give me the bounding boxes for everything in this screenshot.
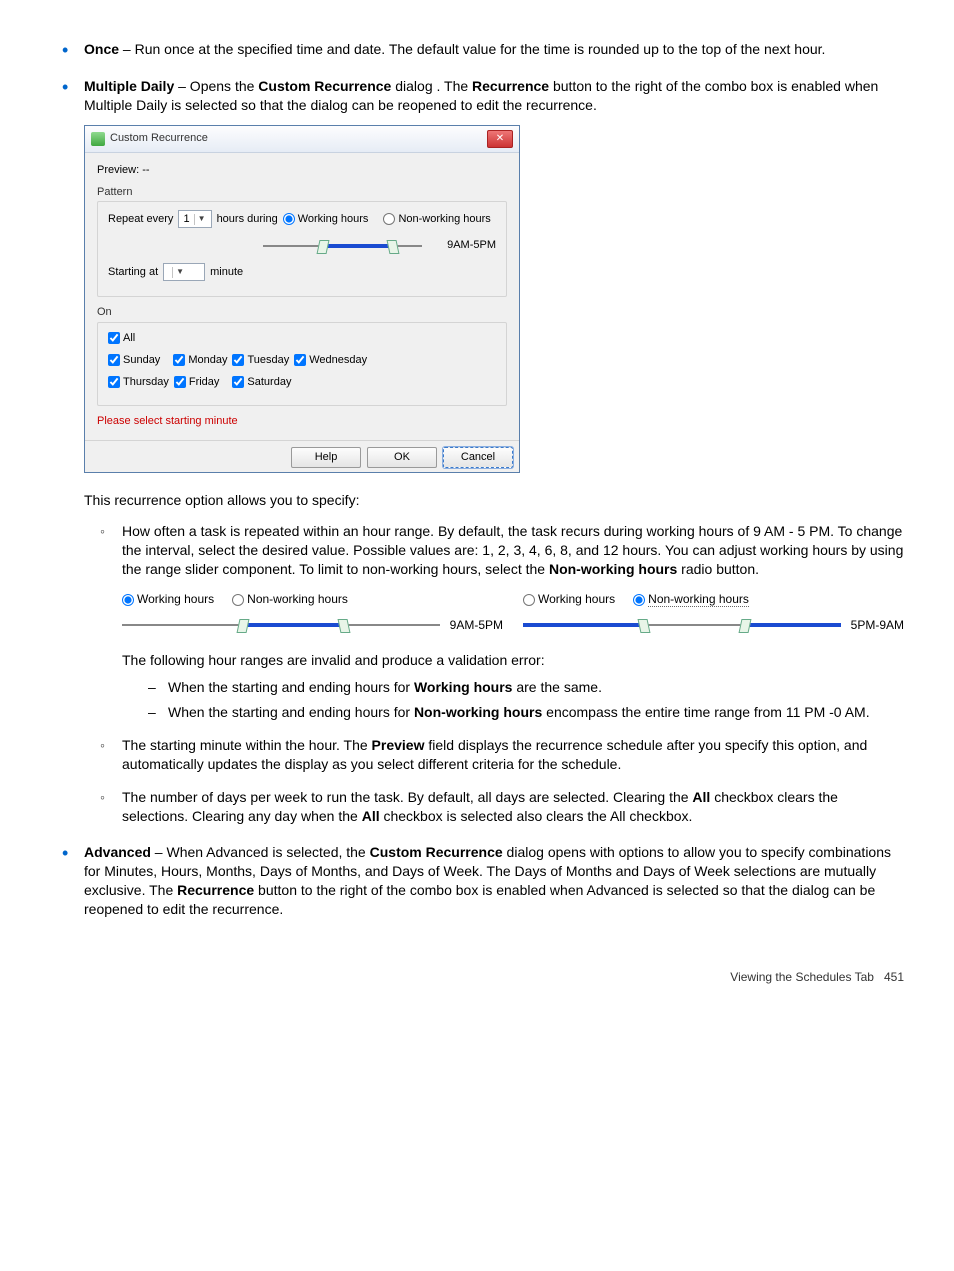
chevron-down-icon: ▼ bbox=[172, 267, 187, 278]
bullet-once: Once – Run once at the specified time an… bbox=[50, 40, 904, 59]
ex-right-range-label: 5PM-9AM bbox=[851, 617, 904, 633]
ex-right-nonworking-radio[interactable]: Non-working hours bbox=[633, 591, 749, 607]
pattern-fieldset: Repeat every 1 ▼ hours during Working ho… bbox=[97, 201, 507, 297]
nonworking-hours-radio[interactable]: Non-working hours bbox=[383, 212, 490, 227]
ok-button[interactable]: OK bbox=[367, 447, 437, 468]
monday-checkbox[interactable]: Monday bbox=[173, 353, 227, 368]
page-number: 451 bbox=[884, 970, 904, 984]
ex-left-slider[interactable] bbox=[122, 624, 440, 626]
starting-at-label: Starting at bbox=[108, 265, 158, 280]
invalid-intro: The following hour ranges are invalid an… bbox=[122, 651, 904, 670]
starting-minute-combo[interactable]: ▼ bbox=[163, 263, 205, 281]
text-once: – Run once at the specified time and dat… bbox=[119, 41, 825, 57]
term-multiple: Multiple Daily bbox=[84, 78, 174, 94]
ex-left-working-radio[interactable]: Working hours bbox=[122, 591, 214, 607]
dialog-titlebar: Custom Recurrence ✕ bbox=[85, 126, 519, 153]
circ-days-per-week: The number of days per week to run the t… bbox=[84, 788, 904, 826]
ex-right-slider[interactable] bbox=[523, 624, 841, 626]
dash-nonworking-entire: When the starting and ending hours for N… bbox=[122, 703, 904, 722]
range-label: 9AM-5PM bbox=[447, 238, 496, 253]
page-footer: Viewing the Schedules Tab 451 bbox=[50, 969, 904, 985]
radio-examples: Working hours Non-working hours 9AM-5PM bbox=[122, 591, 904, 633]
chevron-down-icon: ▼ bbox=[194, 214, 209, 225]
close-icon[interactable]: ✕ bbox=[487, 130, 513, 148]
ex-left-nonworking-radio[interactable]: Non-working hours bbox=[232, 591, 348, 607]
bullet-advanced: Advanced – When Advanced is selected, th… bbox=[50, 843, 904, 919]
bullet-multiple-daily: Multiple Daily – Opens the Custom Recurr… bbox=[50, 77, 904, 826]
thursday-checkbox[interactable]: Thursday bbox=[108, 375, 169, 390]
pattern-label: Pattern bbox=[97, 185, 507, 200]
specify-paragraph: This recurrence option allows you to spe… bbox=[84, 491, 904, 510]
saturday-checkbox[interactable]: Saturday bbox=[232, 375, 291, 390]
app-icon bbox=[91, 132, 105, 146]
help-button[interactable]: Help bbox=[291, 447, 361, 468]
working-hours-radio[interactable]: Working hours bbox=[283, 212, 369, 227]
dash-working-same: When the starting and ending hours for W… bbox=[122, 678, 904, 697]
friday-checkbox[interactable]: Friday bbox=[174, 375, 220, 390]
all-checkbox[interactable]: All bbox=[108, 331, 135, 346]
on-label: On bbox=[97, 305, 507, 320]
circ-how-often: How often a task is repeated within an h… bbox=[84, 522, 904, 722]
term-once: Once bbox=[84, 41, 119, 57]
repeat-every-combo[interactable]: 1 ▼ bbox=[178, 210, 211, 228]
custom-recurrence-dialog: Custom Recurrence ✕ Preview: -- Pattern … bbox=[84, 125, 520, 474]
circ-starting-minute: The starting minute within the hour. The… bbox=[84, 736, 904, 774]
ex-left-range-label: 9AM-5PM bbox=[450, 617, 503, 633]
term-advanced: Advanced bbox=[84, 844, 151, 860]
ex-right-working-radio[interactable]: Working hours bbox=[523, 591, 615, 607]
footer-text: Viewing the Schedules Tab bbox=[730, 970, 874, 984]
hours-range-slider[interactable] bbox=[263, 245, 422, 247]
validation-error: Please select starting minute bbox=[97, 414, 507, 429]
on-fieldset: All Sunday Monday Tuesday Wednesday Thur… bbox=[97, 322, 507, 406]
repeat-every-label: Repeat every bbox=[108, 212, 173, 227]
minute-label: minute bbox=[210, 265, 243, 280]
hours-during-label: hours during bbox=[217, 212, 278, 227]
sunday-checkbox[interactable]: Sunday bbox=[108, 353, 160, 368]
preview-row: Preview: -- bbox=[97, 163, 507, 178]
cancel-button[interactable]: Cancel bbox=[443, 447, 513, 468]
dialog-title: Custom Recurrence bbox=[110, 131, 208, 146]
tuesday-checkbox[interactable]: Tuesday bbox=[232, 353, 289, 368]
wednesday-checkbox[interactable]: Wednesday bbox=[294, 353, 367, 368]
